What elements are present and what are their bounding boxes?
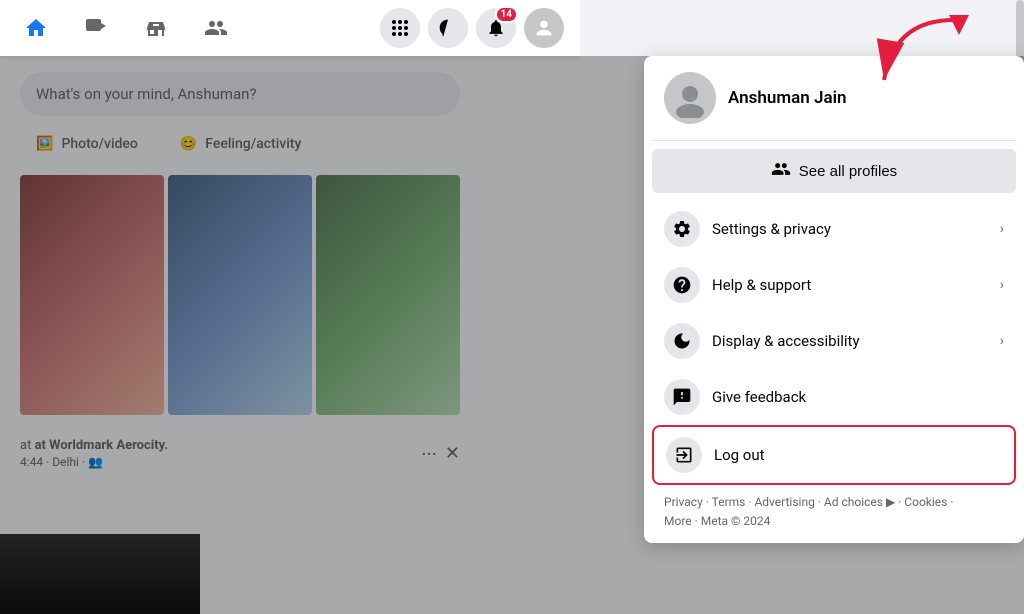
watch-icon[interactable] (76, 8, 116, 48)
see-all-profiles-button[interactable]: See all profiles (652, 149, 1016, 193)
navbar-right: 14 (380, 8, 564, 48)
help-icon (664, 267, 700, 303)
grid-menu-icon[interactable] (380, 8, 420, 48)
logout-label: Log out (714, 446, 1002, 464)
avatar (664, 72, 716, 124)
chevron-right-icon-2: › (1000, 277, 1004, 293)
navbar: 14 (0, 0, 580, 56)
settings-privacy-label: Settings & privacy (712, 220, 988, 238)
chevron-right-icon: › (1000, 221, 1004, 237)
account-dropdown-icon[interactable] (524, 8, 564, 48)
copyright: Meta © 2024 (701, 514, 771, 528)
give-feedback-item[interactable]: Give feedback (652, 369, 1016, 425)
ad-choices-icon: ▶ (883, 495, 895, 509)
notifications-icon[interactable]: 14 (476, 8, 516, 48)
help-support-label: Help & support (712, 276, 988, 294)
cookies-link[interactable]: Cookies (904, 495, 947, 509)
display-accessibility-label: Display & accessibility (712, 332, 988, 350)
messenger-icon[interactable] (428, 8, 468, 48)
display-accessibility-item[interactable]: Display & accessibility › (652, 313, 1016, 369)
settings-privacy-item[interactable]: Settings & privacy › (652, 201, 1016, 257)
see-all-profiles-label: See all profiles (799, 163, 897, 180)
logout-icon (666, 437, 702, 473)
footer-links: Privacy · Terms · Advertising · Ad choic… (652, 485, 1016, 535)
profiles-icon (771, 159, 791, 183)
ad-choices-link[interactable]: Ad choices (824, 495, 883, 509)
display-icon (664, 323, 700, 359)
privacy-link[interactable]: Privacy (664, 495, 703, 509)
profile-section[interactable]: Anshuman Jain (652, 64, 1016, 136)
home-icon[interactable] (16, 8, 56, 48)
settings-icon (664, 211, 700, 247)
advertising-link[interactable]: Advertising (754, 495, 814, 509)
chevron-right-icon-3: › (1000, 333, 1004, 349)
marketplace-icon[interactable] (136, 8, 176, 48)
more-link[interactable]: More (664, 514, 692, 528)
terms-link[interactable]: Terms (712, 495, 746, 509)
feedback-icon (664, 379, 700, 415)
logout-item[interactable]: Log out (652, 425, 1016, 485)
dropdown-menu: Anshuman Jain See all profiles Settings … (644, 56, 1024, 543)
help-support-item[interactable]: Help & support › (652, 257, 1016, 313)
navbar-left (16, 8, 236, 48)
friends-icon[interactable] (196, 8, 236, 48)
divider-1 (652, 140, 1016, 141)
notification-badge: 14 (495, 6, 518, 23)
profile-name: Anshuman Jain (728, 88, 847, 108)
give-feedback-label: Give feedback (712, 388, 1004, 406)
